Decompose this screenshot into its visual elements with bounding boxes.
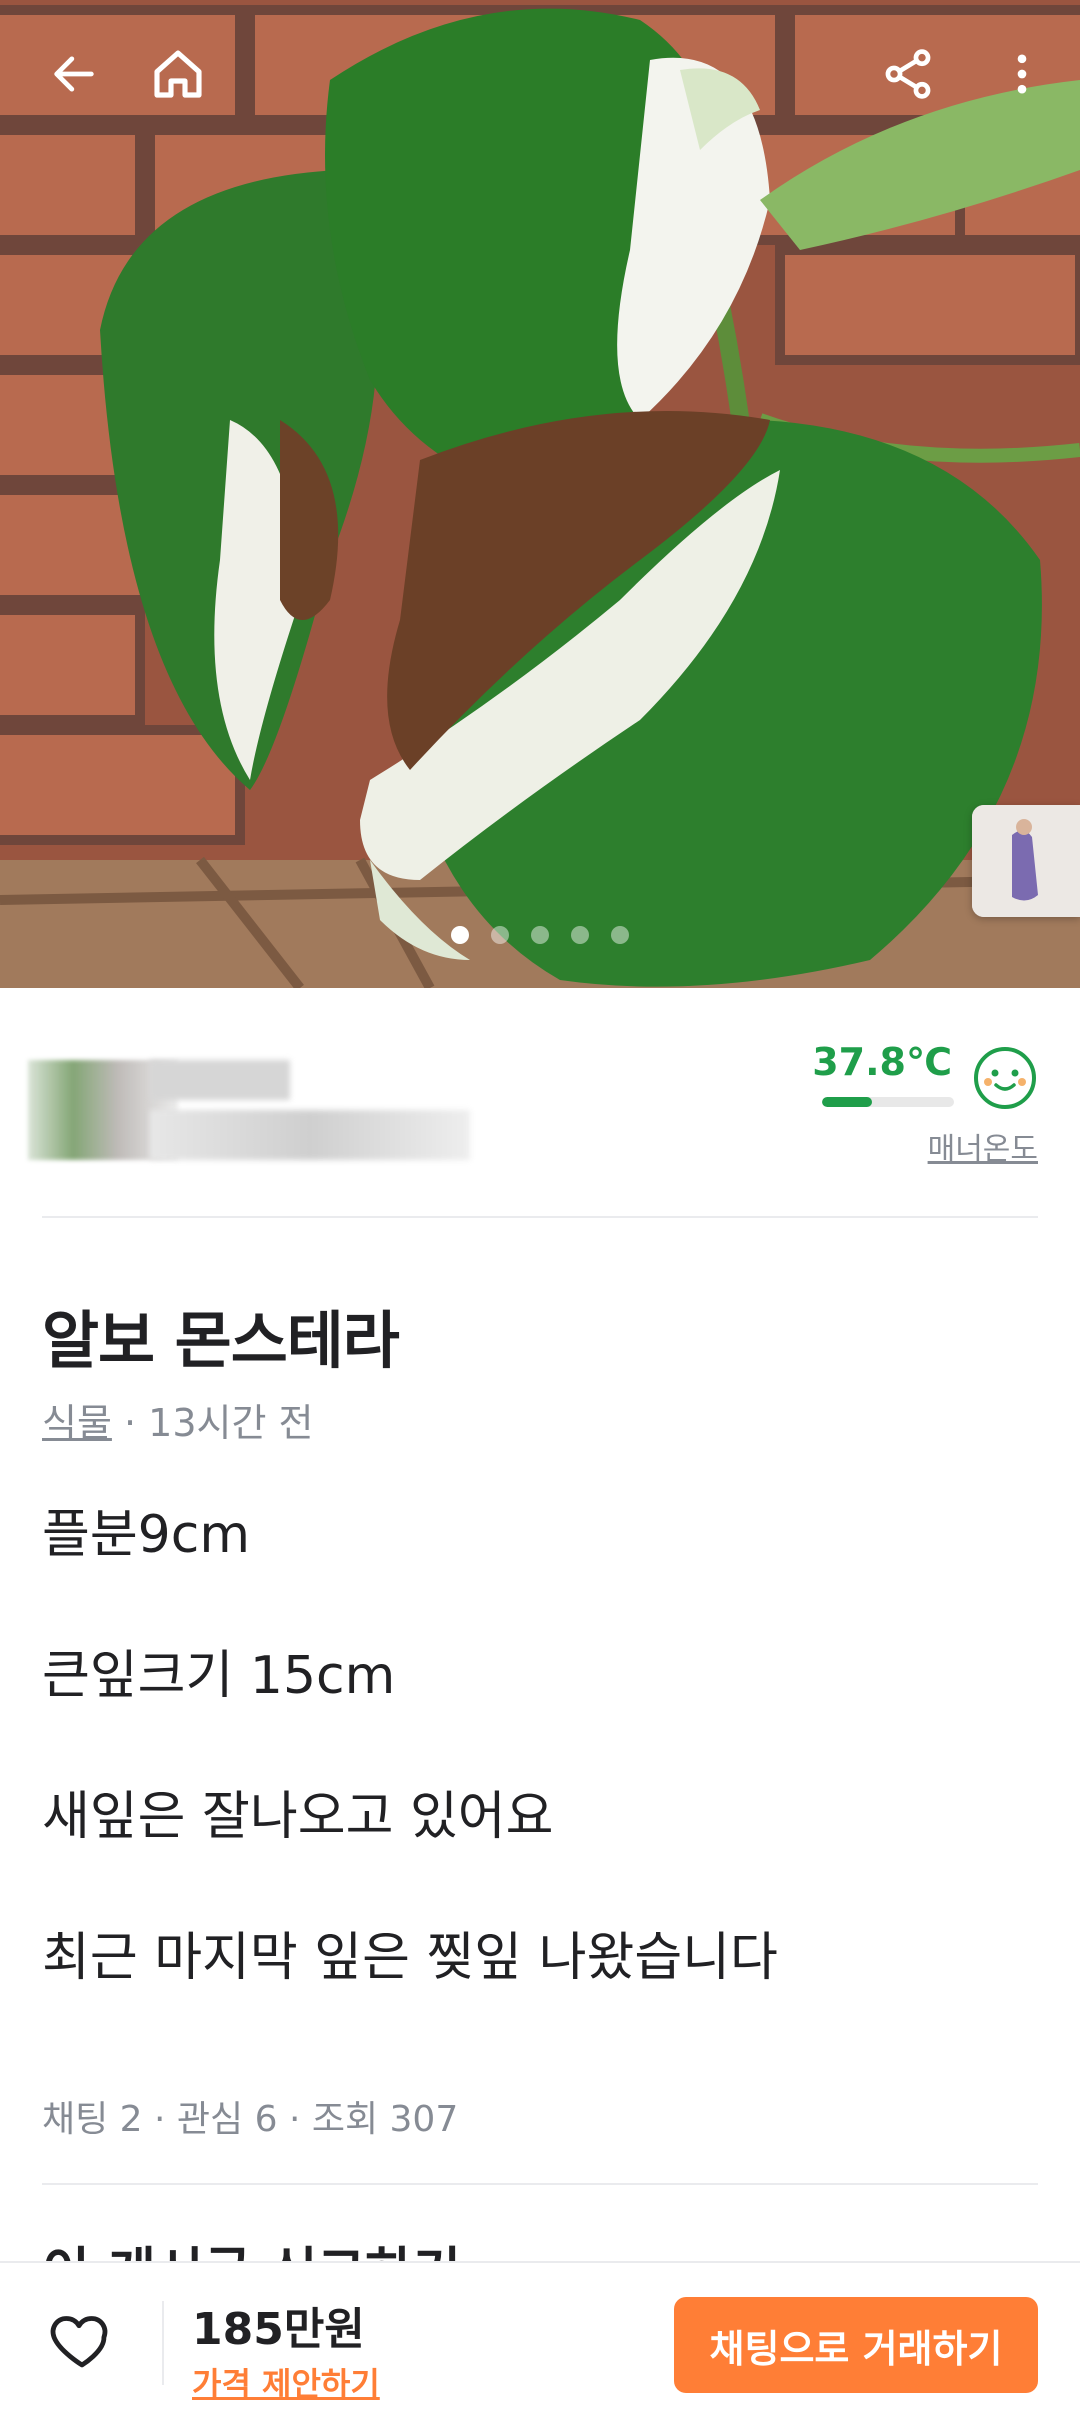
product-photo [0,0,1080,988]
carousel-dot[interactable] [451,926,469,944]
description-line: 플분9cm [42,1505,251,1565]
description-line: 새잎은 잘나오고 있어요 [42,1787,554,1847]
price: 185만원 [192,2304,365,2355]
manner-temperature-bar [822,1097,954,1107]
post-title: 알보 몬스테라 [42,1304,400,1377]
carousel-dot[interactable] [531,926,549,944]
back-button[interactable] [34,34,114,114]
thumbnail-image [972,805,1080,917]
carousel-indicator [0,926,1080,944]
product-image-carousel[interactable] [0,0,1080,988]
carousel-dot[interactable] [611,926,629,944]
carousel-dot[interactable] [491,926,509,944]
category-link[interactable]: 식물 [42,1401,112,1445]
share-button[interactable] [868,34,948,114]
more-vertical-icon [1017,54,1027,94]
post-stats: 채팅 2 · 관심 6 · 조회 307 [42,2099,459,2140]
post-meta: 식물 · 13시간 전 [42,1392,313,1447]
manner-temperature-fill [822,1097,872,1107]
divider [42,2183,1038,2185]
arrow-left-icon [54,56,94,92]
seller-name-blurred [150,1060,290,1100]
heart-outline-icon[interactable] [46,2305,118,2377]
chat-trade-button[interactable]: 채팅으로 거래하기 [674,2297,1038,2393]
share-icon [885,49,931,99]
bottom-action-bar: 185만원 가격 제안하기 채팅으로 거래하기 [0,2261,1080,2423]
home-icon [154,50,202,98]
description-line: 큰잎크기 15cm [42,1646,396,1706]
smile-face-icon [974,1047,1036,1109]
divider [42,1216,1038,1218]
home-button[interactable] [138,34,218,114]
manner-temperature-label[interactable]: 매너온도 [928,1124,1038,1168]
floating-thumbnail[interactable] [972,805,1080,917]
price-offer-link[interactable]: 가격 제안하기 [192,2359,380,2405]
vertical-divider [162,2301,164,2385]
carousel-dot[interactable] [571,926,589,944]
seller-location-blurred [150,1110,470,1160]
post-time: · 13시간 전 [111,1401,314,1445]
description-line: 최근 마지막 잎은 찢잎 나왔습니다 [42,1928,778,1988]
more-button[interactable] [982,34,1062,114]
manner-temperature-value: 37.8℃ [812,1040,952,1084]
